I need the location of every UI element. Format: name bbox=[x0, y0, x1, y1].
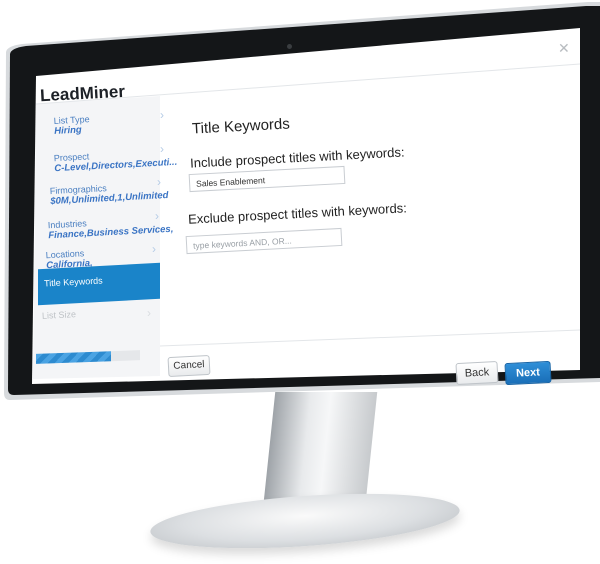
close-icon[interactable]: ✕ bbox=[558, 40, 570, 57]
sidebar-item-firmographics[interactable]: Firmographics $0M,Unlimited,1,Unlimited bbox=[50, 180, 169, 207]
chevron-right-icon: › bbox=[147, 306, 151, 320]
sidebar-item-value: Hiring bbox=[53, 124, 82, 137]
sidebar-item-list-type[interactable]: List Type Hiring bbox=[53, 114, 90, 137]
chevron-right-icon: › bbox=[160, 142, 164, 156]
wizard-progress-bar bbox=[36, 350, 140, 364]
chevron-right-icon: › bbox=[155, 209, 159, 223]
chevron-right-icon: › bbox=[152, 242, 156, 256]
exclude-keywords-label: Exclude prospect titles with keywords: bbox=[187, 200, 408, 227]
progress-fill bbox=[36, 351, 111, 364]
app-screen: ✕ LeadMiner List Type Hiring › Prospect … bbox=[0, 0, 600, 564]
page-title: Title Keywords bbox=[191, 115, 291, 138]
app-brand: LeadMiner bbox=[39, 81, 126, 106]
cancel-button[interactable]: Cancel bbox=[167, 354, 211, 378]
sidebar-item-list-size: List Size bbox=[41, 309, 77, 321]
include-keywords-label: Include prospect titles with keywords: bbox=[189, 144, 405, 171]
chevron-right-icon: › bbox=[160, 108, 164, 122]
sidebar-item-prospect[interactable]: Prospect C-Level,Directors,Executi... bbox=[54, 147, 178, 174]
exclude-keywords-input[interactable]: type keywords AND, OR... bbox=[185, 227, 343, 255]
include-keywords-input[interactable]: Sales Enablement bbox=[188, 165, 346, 193]
next-button[interactable]: Next bbox=[504, 360, 552, 386]
chevron-right-icon: › bbox=[157, 175, 161, 189]
back-button[interactable]: Back bbox=[455, 360, 499, 386]
camera-icon bbox=[287, 44, 292, 49]
